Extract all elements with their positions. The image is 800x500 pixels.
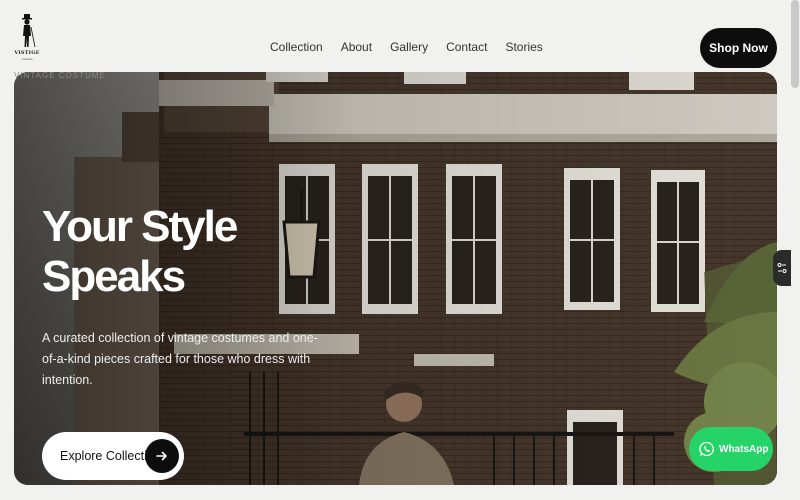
hero-title-line2: Speaks xyxy=(42,252,186,301)
arrow-right-icon xyxy=(145,439,179,473)
site-header: VISTIGE costume VINTAGE COSTUME Collecti… xyxy=(0,0,800,80)
hero-description: A curated collection of vintage costumes… xyxy=(42,331,318,387)
brand-sub: costume xyxy=(21,57,33,61)
filter-icon xyxy=(777,263,787,273)
nav-collection[interactable]: Collection xyxy=(270,40,323,54)
page-scrollbar[interactable] xyxy=(791,0,799,88)
nav-contact[interactable]: Contact xyxy=(446,40,487,54)
explore-collection-button[interactable]: Explore Collection xyxy=(42,432,184,480)
brand-logo[interactable]: VISTIGE costume xyxy=(12,14,42,66)
main-nav: Collection About Gallery Contact Stories xyxy=(270,40,561,54)
hero-section: Your Style Speaks A curated collection o… xyxy=(14,72,777,485)
brand-name: VISTIGE xyxy=(14,50,40,56)
shop-now-button[interactable]: Shop Now xyxy=(700,28,777,68)
hero-title: Your Style Speaks xyxy=(42,202,362,302)
nav-gallery[interactable]: Gallery xyxy=(390,40,428,54)
whatsapp-icon xyxy=(699,441,714,457)
side-filter-tab[interactable] xyxy=(773,250,791,286)
nav-stories[interactable]: Stories xyxy=(505,40,542,54)
hero-title-line1: Your Style xyxy=(42,202,238,251)
brand-tagline: VINTAGE COSTUME xyxy=(14,71,106,80)
dandy-figure-icon xyxy=(22,14,36,48)
whatsapp-label: WhatsApp xyxy=(719,443,769,455)
nav-about[interactable]: About xyxy=(341,40,372,54)
whatsapp-button[interactable]: WhatsApp xyxy=(689,427,773,471)
